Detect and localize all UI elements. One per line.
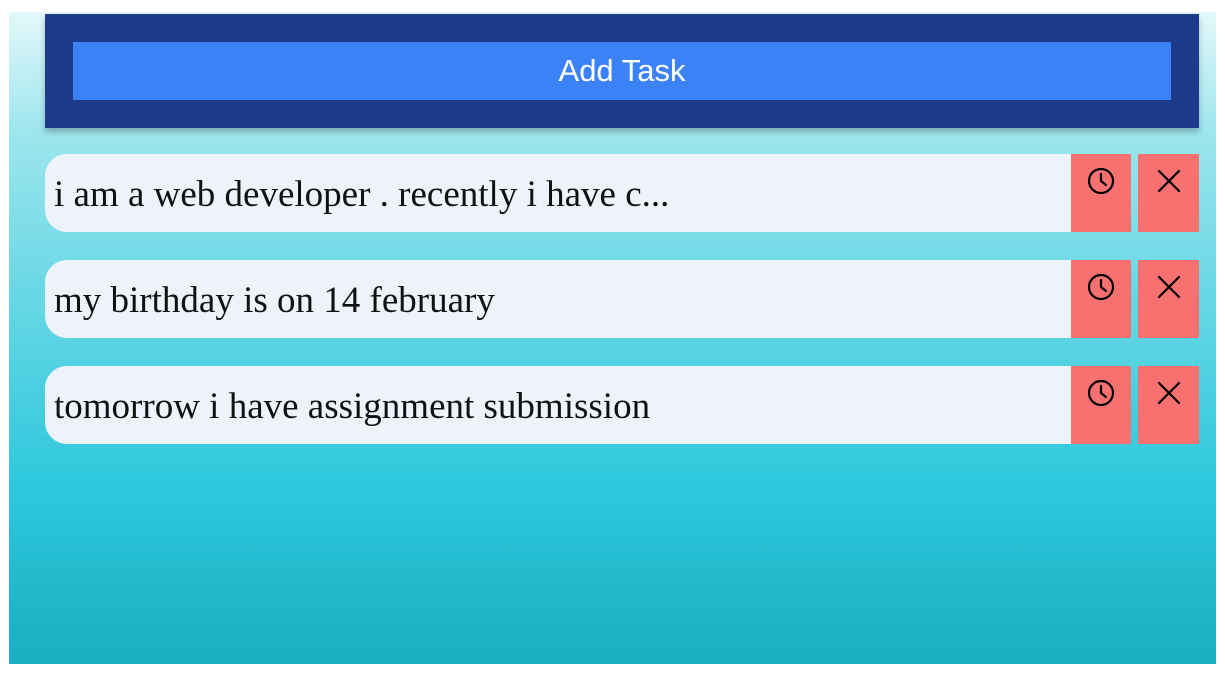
task-item: tomorrow i have assignment submission [45,366,1199,444]
clock-icon [1087,379,1115,407]
task-item: my birthday is on 14 february [45,260,1199,338]
delete-task-button[interactable] [1138,260,1199,338]
clock-icon [1087,167,1115,195]
task-text-container[interactable]: my birthday is on 14 february [45,260,1075,338]
delete-task-button[interactable] [1138,154,1199,232]
task-text: i am a web developer . recently i have c… [54,173,670,215]
task-text: tomorrow i have assignment submission [54,385,651,427]
task-item: i am a web developer . recently i have c… [45,154,1199,232]
task-text-container[interactable]: i am a web developer . recently i have c… [45,154,1075,232]
app-container: Add Task i am a web developer . recently… [9,12,1216,664]
close-icon [1157,381,1180,405]
add-task-button[interactable]: Add Task [73,42,1171,100]
set-reminder-button[interactable] [1071,366,1131,444]
set-reminder-button[interactable] [1071,260,1131,338]
clock-icon [1087,273,1115,301]
set-reminder-button[interactable] [1071,154,1131,232]
header-bar: Add Task [45,14,1199,128]
task-list: i am a web developer . recently i have c… [45,154,1199,472]
close-icon [1157,275,1180,299]
delete-task-button[interactable] [1138,366,1199,444]
task-text-container[interactable]: tomorrow i have assignment submission [45,366,1075,444]
task-text: my birthday is on 14 february [54,279,495,321]
close-icon [1157,169,1180,193]
